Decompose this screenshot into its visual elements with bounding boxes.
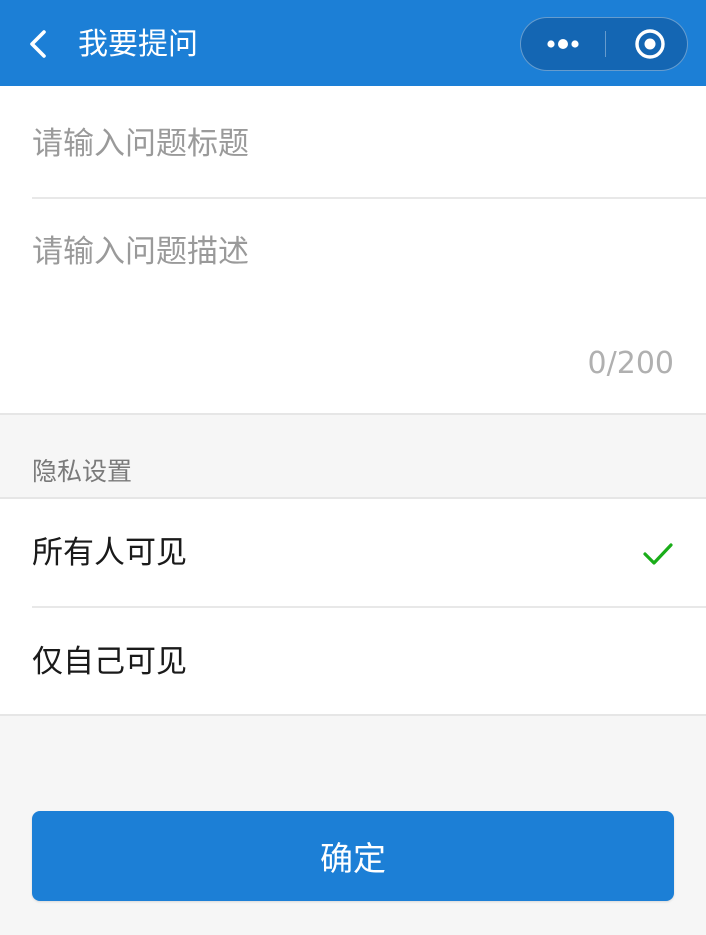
mini-program-capsule	[520, 17, 688, 71]
privacy-option-private[interactable]: 仅自己可见	[0, 608, 706, 716]
question-title-input[interactable]	[32, 116, 674, 172]
target-circle-icon	[635, 29, 665, 59]
option-label: 所有人可见	[32, 535, 187, 571]
close-button[interactable]	[606, 18, 688, 70]
checkmark-icon	[642, 541, 674, 567]
more-button[interactable]	[521, 18, 605, 70]
confirm-button[interactable]: 确定	[32, 811, 674, 901]
back-button[interactable]	[22, 24, 56, 64]
section-divider	[0, 413, 706, 415]
option-label: 仅自己可见	[32, 644, 187, 680]
back-chevron-icon	[30, 30, 46, 58]
privacy-options: 所有人可见 仅自己可见	[0, 499, 706, 716]
page-title: 我要提问	[78, 27, 198, 62]
privacy-section-label: 隐私设置	[32, 457, 133, 486]
section-divider	[0, 714, 706, 716]
question-description-input[interactable]	[32, 222, 674, 332]
question-form: 0/200	[0, 86, 706, 415]
more-dots-icon	[547, 39, 579, 49]
form-divider	[32, 197, 706, 199]
privacy-option-public[interactable]: 所有人可见	[0, 499, 706, 607]
character-counter: 0/200	[587, 346, 674, 381]
navigation-bar: 我要提问	[0, 0, 706, 86]
